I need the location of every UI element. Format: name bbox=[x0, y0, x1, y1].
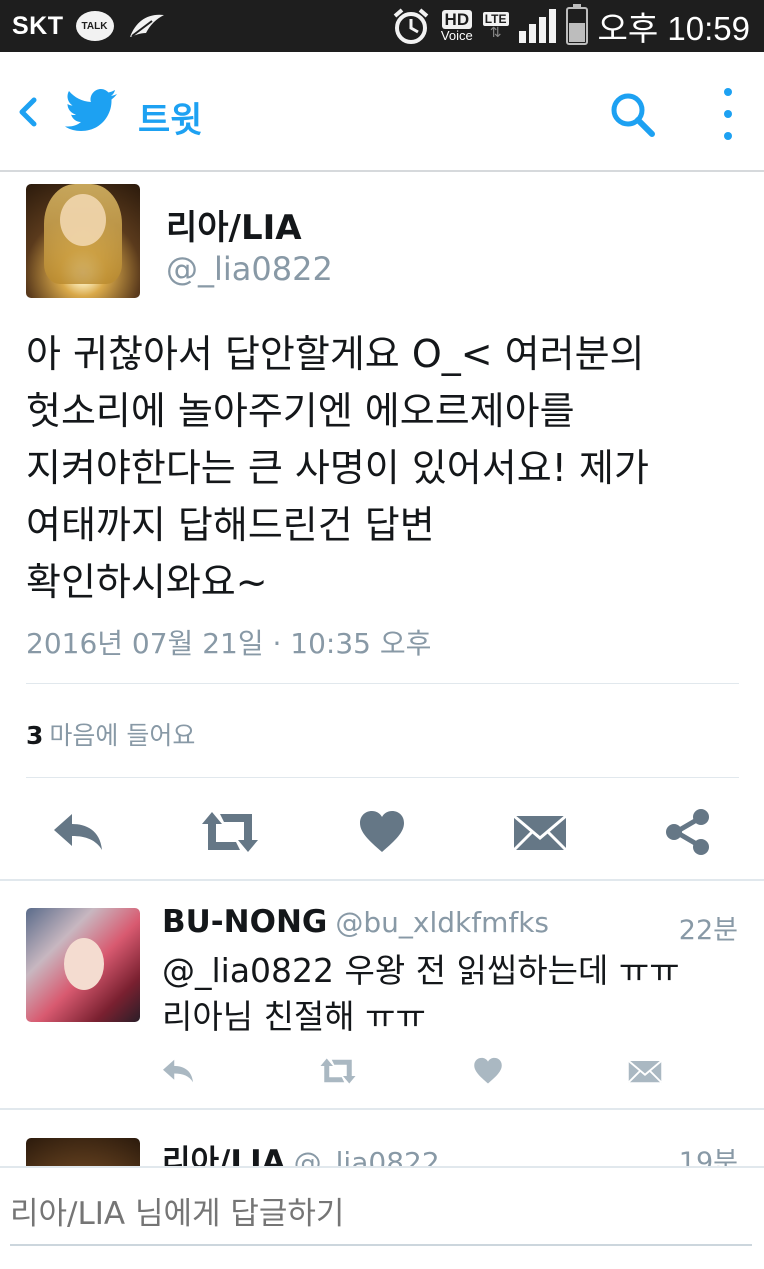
direct-message-button[interactable] bbox=[512, 808, 568, 856]
reply-text-line: @_lia0822 우왕 전 읽씹하는데 ㅠㅠ bbox=[162, 951, 680, 990]
reply-icon bbox=[163, 1059, 193, 1083]
search-icon[interactable] bbox=[608, 90, 656, 138]
reply-author-name: BU-NONG bbox=[162, 904, 328, 940]
battery-icon bbox=[565, 4, 588, 45]
alarm-clock-icon bbox=[393, 8, 429, 44]
tweet-text-line: 아 귀찮아서 답안할게요 O_< 여러분의 bbox=[26, 332, 645, 376]
share-icon bbox=[666, 809, 709, 855]
likes-count: 3 bbox=[26, 721, 44, 750]
signal-strength-icon bbox=[518, 9, 556, 43]
tweet-text: 아 귀찮아서 답안할게요 O_< 여러분의 헛소리에 놀아주기엔 에오르제아를 … bbox=[26, 326, 742, 611]
reply-time: 22분 bbox=[678, 915, 738, 946]
reply-author: BU-NONG @bu_xldkfmfks bbox=[162, 904, 549, 940]
heart-icon bbox=[474, 1057, 502, 1084]
hd-label: HD bbox=[441, 10, 473, 29]
tweet-text-line: 지켜야한다는 큰 사명이 있어서요! 제가 bbox=[26, 446, 649, 490]
retweet-icon bbox=[320, 1058, 356, 1084]
reply-input[interactable] bbox=[10, 1196, 752, 1246]
envelope-icon bbox=[628, 1060, 662, 1083]
status-bar-right: HD Voice LTE ⇅ 오후 10:59 bbox=[391, 0, 750, 52]
reply-author-handle: @_lia0822 bbox=[293, 1146, 440, 1166]
reply-icon bbox=[54, 814, 102, 850]
likes-row[interactable]: 3 마음에 들어요 bbox=[26, 716, 195, 752]
carrier-label: SKT bbox=[12, 11, 64, 40]
tweet-text-line: 여태까지 답해드린건 답변 bbox=[26, 503, 435, 547]
avatar[interactable] bbox=[26, 1138, 140, 1166]
retweet-icon bbox=[202, 812, 258, 852]
share-button[interactable] bbox=[664, 808, 712, 856]
lte-label: LTE bbox=[482, 12, 509, 26]
clock-time: 오후 10:59 bbox=[597, 10, 750, 47]
kakaotalk-notification-icon: TALK bbox=[75, 11, 114, 41]
author-handle[interactable]: @_lia0822 bbox=[166, 250, 333, 288]
data-transfer-arrows-icon: ⇅ bbox=[489, 25, 502, 41]
lte-indicator: LTE ⇅ bbox=[482, 12, 509, 41]
back-arrow-icon[interactable] bbox=[12, 92, 42, 132]
status-bar-left: SKT TALK bbox=[12, 0, 166, 52]
reply-time: 19분 bbox=[678, 1147, 738, 1166]
avatar[interactable] bbox=[26, 908, 140, 1022]
like-button[interactable] bbox=[473, 1056, 503, 1086]
reply-actions bbox=[0, 1056, 764, 1096]
reply-composer bbox=[0, 1166, 764, 1269]
retweet-button[interactable] bbox=[318, 1056, 358, 1086]
tweet-text-line: 헛소리에 놀아주기엔 에오르제아를 bbox=[26, 389, 575, 433]
twitter-bird-icon bbox=[65, 89, 117, 131]
list-item[interactable]: BU-NONG @bu_xldkfmfks 22분 @_lia0822 우왕 전 … bbox=[0, 880, 764, 1110]
reply-author-name: 리아/LIA bbox=[162, 1144, 286, 1166]
tweet-timestamp: 2016년 07월 21일 · 10:35 오후 bbox=[26, 627, 432, 660]
divider bbox=[26, 777, 739, 778]
page-title: 트윗 bbox=[138, 101, 203, 141]
overflow-menu-icon[interactable] bbox=[716, 88, 740, 140]
author-name[interactable]: 리아/LIA bbox=[166, 200, 302, 249]
list-item[interactable]: 리아/LIA @_lia0822 19분 bbox=[0, 1108, 764, 1166]
reply-button[interactable] bbox=[50, 808, 106, 856]
voice-label: Voice bbox=[440, 28, 473, 43]
reply-author: 리아/LIA @_lia0822 bbox=[162, 1136, 440, 1166]
reply-text: @_lia0822 우왕 전 읽씹하는데 ㅠㅠ 리아님 친절해 ㅠㅠ bbox=[162, 948, 722, 1040]
reply-button[interactable] bbox=[160, 1056, 196, 1086]
tweet-text-line: 확인하시와요~ bbox=[26, 560, 268, 604]
retweet-button[interactable] bbox=[200, 808, 260, 856]
envelope-icon bbox=[512, 814, 568, 852]
like-button[interactable] bbox=[358, 808, 406, 856]
tweet-actions bbox=[0, 796, 764, 866]
reply-author-handle: @bu_xldkfmfks bbox=[335, 906, 550, 939]
likes-label: 마음에 들어요 bbox=[49, 721, 196, 750]
battery-level bbox=[568, 23, 585, 42]
feather-notification-icon bbox=[129, 14, 164, 37]
top-app-bar: 트윗 bbox=[0, 52, 764, 172]
hd-voice-indicator: HD Voice bbox=[441, 10, 473, 42]
status-bar: SKT TALK HD Voice LTE ⇅ 오후 10:59 bbox=[0, 0, 764, 52]
divider bbox=[26, 683, 739, 684]
reply-text-line: 리아님 친절해 ㅠㅠ bbox=[162, 997, 426, 1036]
heart-icon bbox=[360, 811, 404, 852]
direct-message-button[interactable] bbox=[627, 1056, 663, 1086]
avatar[interactable] bbox=[26, 184, 140, 298]
